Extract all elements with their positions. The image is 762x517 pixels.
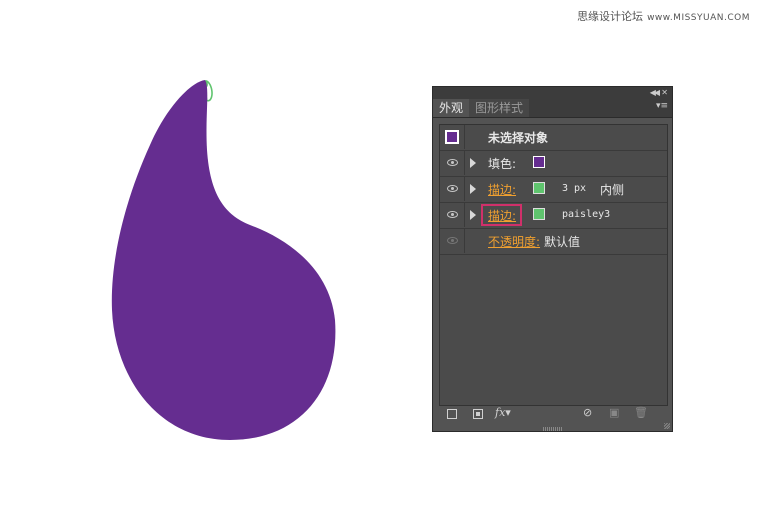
visibility-eye-icon[interactable]: [447, 159, 458, 166]
visibility-eye-icon[interactable]: [447, 185, 458, 192]
opacity-label-link[interactable]: 不透明度:: [488, 233, 540, 250]
panel-grip[interactable]: [543, 427, 563, 431]
fill-swatch[interactable]: [533, 156, 545, 168]
appearance-header-row: 未选择对象: [440, 125, 667, 151]
add-new-effect-icon[interactable]: fx▾: [495, 406, 511, 420]
opacity-row[interactable]: 不透明度: 默认值: [440, 229, 667, 255]
add-new-fill-icon[interactable]: [473, 409, 483, 419]
stroke-label-link[interactable]: 描边:: [488, 207, 516, 224]
eye-cell: [440, 229, 465, 253]
close-icon[interactable]: ✕: [661, 87, 668, 99]
panel-menu-icon[interactable]: ▾≡: [656, 101, 668, 111]
stroke-weight: 3 px: [562, 183, 587, 194]
eye-cell: [440, 177, 465, 201]
stroke-align: 内侧: [600, 183, 625, 197]
stroke-row-1[interactable]: 描边: 3 px 内侧: [440, 177, 667, 203]
fx-label: fx: [495, 406, 506, 419]
appearance-list: 未选择对象 填色: 描边: 3 px 内侧 描边: paisley3 不透明度:…: [439, 124, 668, 406]
stroke-swatch[interactable]: [533, 182, 545, 194]
clear-appearance-icon[interactable]: ⊘: [583, 406, 592, 420]
tab-appearance[interactable]: 外观: [433, 99, 470, 117]
eye-cell: [440, 203, 465, 227]
fill-row[interactable]: 填色:: [440, 151, 667, 177]
panel-title-bar[interactable]: ◀◀ ✕: [433, 87, 672, 99]
expand-arrow-icon[interactable]: [470, 210, 476, 220]
opacity-value: 默认值: [544, 235, 581, 249]
panel-tabs: 外观 图形样式 ▾≡: [433, 99, 672, 118]
expand-arrow-icon[interactable]: [470, 158, 476, 168]
expand-arrow-icon[interactable]: [470, 184, 476, 194]
appearance-panel: ◀◀ ✕ 外观 图形样式 ▾≡ 未选择对象 填色: 描边: 3 px 内侧 描边…: [432, 86, 673, 432]
thumbnail-cell: [440, 125, 465, 149]
panel-bottom-toolbar: fx▾ ⊘ ▣ 🗑: [433, 403, 672, 423]
selection-thumbnail-icon: [445, 130, 459, 144]
visibility-eye-icon: [447, 237, 458, 244]
duplicate-item-icon: ▣: [609, 406, 620, 419]
eye-cell: [440, 151, 465, 175]
stroke-swatch[interactable]: [533, 208, 545, 220]
brush-name: paisley3: [562, 209, 611, 220]
collapse-icon[interactable]: ◀◀: [650, 87, 660, 99]
paisley-shape[interactable]: [111, 80, 336, 440]
add-new-stroke-icon[interactable]: [447, 409, 457, 419]
fill-label: 填色:: [488, 157, 517, 171]
visibility-eye-icon[interactable]: [447, 211, 458, 218]
resize-handle[interactable]: [664, 423, 670, 429]
tab-graphic-styles[interactable]: 图形样式: [469, 99, 530, 117]
stroke-row-2[interactable]: 描边: paisley3: [440, 203, 667, 229]
delete-item-icon: 🗑: [634, 406, 648, 419]
no-selection-label: 未选择对象: [488, 131, 549, 145]
stroke-label-link[interactable]: 描边:: [488, 181, 516, 198]
